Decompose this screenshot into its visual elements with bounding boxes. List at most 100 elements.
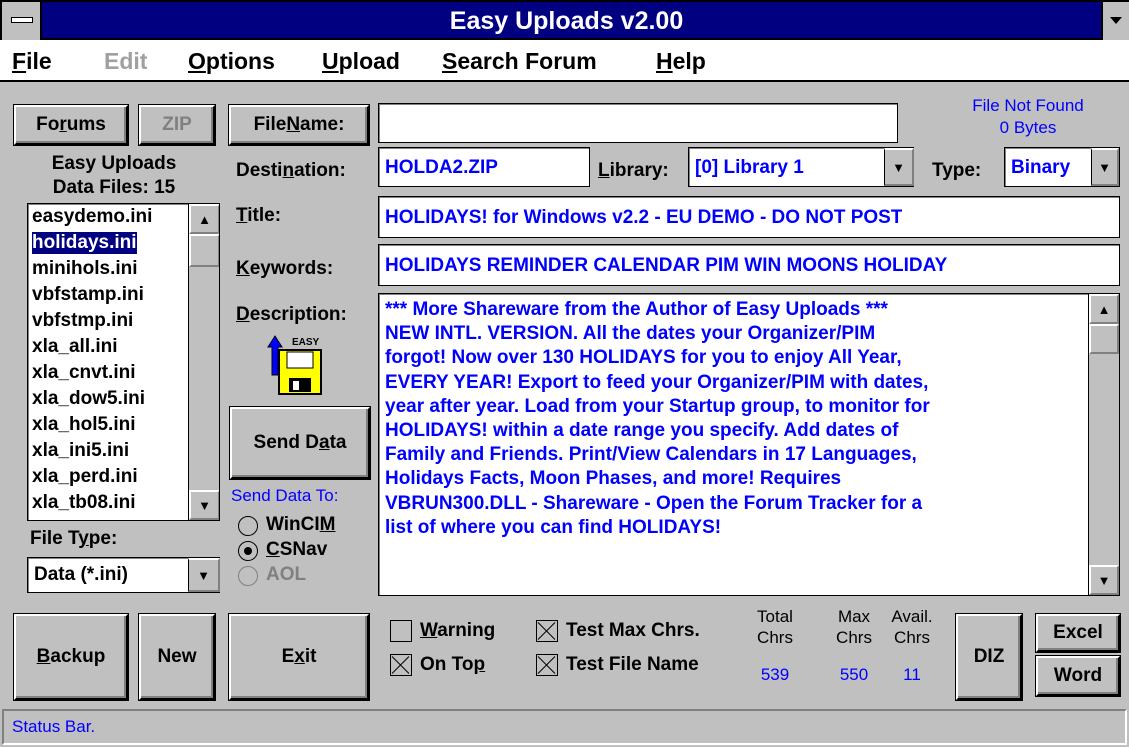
excel-button[interactable]: Excel bbox=[1036, 614, 1120, 652]
warning-checkbox[interactable] bbox=[390, 620, 412, 642]
send-data-to-label: Send Data To: bbox=[231, 486, 339, 505]
wincim-label[interactable]: WinCIM bbox=[266, 514, 335, 536]
list-item-selected[interactable]: holidays.ini bbox=[31, 231, 138, 255]
menu-edit[interactable]: Edit bbox=[104, 48, 147, 75]
menu-upload[interactable]: Upload bbox=[322, 48, 400, 75]
test-file-label[interactable]: Test File Name bbox=[566, 654, 699, 676]
description-text: *** More Shareware from the Author of Ea… bbox=[385, 298, 1089, 540]
title-label: Title: bbox=[236, 205, 282, 226]
description-line: Holidays Facts, Moon Phases, and more! R… bbox=[385, 468, 842, 490]
chevron-down-icon bbox=[1110, 17, 1122, 24]
list-item[interactable]: minihols.ini bbox=[32, 258, 138, 280]
total-chrs-value: 539 bbox=[760, 665, 790, 684]
csnav-radio[interactable] bbox=[238, 541, 258, 561]
easy-logo: EASY bbox=[262, 333, 324, 403]
description-line: year after year. Load from your Startup … bbox=[385, 395, 930, 417]
csnav-label[interactable]: CSNav bbox=[266, 539, 327, 561]
title-input[interactable]: HOLIDAYS! for Windows v2.2 - EU DEMO - D… bbox=[378, 196, 1120, 238]
scroll-down-icon[interactable]: ▼ bbox=[1089, 565, 1119, 595]
list-item[interactable]: xla_ini5.ini bbox=[32, 440, 129, 462]
on-top-checkbox[interactable] bbox=[390, 654, 412, 676]
wincim-radio[interactable] bbox=[238, 516, 258, 536]
list-item[interactable]: xla_tb08.ini bbox=[32, 492, 136, 514]
avail-chrs-value: 11 bbox=[903, 665, 921, 684]
description-label: Description: bbox=[236, 304, 347, 325]
list-item[interactable]: vbfstamp.ini bbox=[32, 284, 144, 306]
avail-chrs-label: Avail. Chrs bbox=[891, 607, 933, 647]
menu-file[interactable]: File bbox=[12, 48, 52, 75]
total-chrs-label: Total Chrs bbox=[757, 607, 793, 647]
test-max-checkbox[interactable] bbox=[536, 620, 558, 642]
description-line: list of where you can find HOLIDAYS! bbox=[385, 516, 722, 538]
description-line: Family and Friends. Print/View Calendars… bbox=[385, 444, 917, 466]
window-title: Easy Uploads v2.00 bbox=[449, 7, 684, 35]
dropdown-arrow-icon[interactable]: ▼ bbox=[1091, 148, 1119, 186]
file-name-input[interactable] bbox=[378, 103, 898, 143]
zip-button[interactable]: ZIP bbox=[139, 105, 215, 145]
destination-label: Destination: bbox=[236, 160, 346, 181]
status-bar: Status Bar. bbox=[2, 709, 1127, 745]
type-value: Binary bbox=[1011, 157, 1071, 178]
on-top-label[interactable]: On Top bbox=[420, 654, 485, 676]
word-button[interactable]: Word bbox=[1036, 656, 1120, 696]
menu-options[interactable]: Options bbox=[188, 48, 275, 75]
scroll-thumb[interactable] bbox=[189, 234, 219, 267]
aol-label[interactable]: AOL bbox=[266, 564, 306, 586]
dropdown-arrow-icon[interactable]: ▼ bbox=[188, 558, 220, 592]
menu-help[interactable]: Help bbox=[656, 48, 706, 75]
data-files-header: Easy Uploads Data Files: 15 bbox=[14, 152, 214, 200]
max-chrs-label: Max Chrs bbox=[836, 607, 872, 647]
description-line: VBRUN300.DLL - Shareware - Open the Foru… bbox=[385, 492, 923, 514]
backup-button[interactable]: Backup bbox=[14, 614, 128, 700]
library-select[interactable]: [0] Library 1 ▼ bbox=[688, 147, 914, 187]
file-status-text: File Not Found bbox=[972, 96, 1084, 115]
scroll-up-icon[interactable]: ▲ bbox=[189, 204, 219, 234]
description-scrollbar[interactable]: ▲ ▼ bbox=[1088, 294, 1119, 595]
warning-label[interactable]: Warning bbox=[420, 620, 495, 642]
dropdown-arrow-icon[interactable]: ▼ bbox=[884, 148, 914, 186]
file-list[interactable]: easydemo.ini holidays.ini minihols.ini v… bbox=[27, 203, 220, 521]
file-size-text: 0 Bytes bbox=[999, 118, 1057, 137]
file-type-label: File Type: bbox=[30, 528, 118, 549]
keywords-input[interactable]: HOLIDAYS REMINDER CALENDAR PIM WIN MOONS… bbox=[378, 244, 1120, 286]
system-menu-button[interactable] bbox=[2, 2, 42, 40]
minimize-button[interactable] bbox=[1101, 2, 1129, 40]
keywords-label: Keywords: bbox=[236, 258, 334, 279]
file-type-select[interactable]: Data (*.ini) ▼ bbox=[27, 557, 220, 593]
aol-radio[interactable] bbox=[238, 566, 258, 586]
test-max-label[interactable]: Test Max Chrs. bbox=[566, 620, 700, 642]
type-label: Type: bbox=[932, 160, 982, 181]
system-menu-icon bbox=[11, 17, 33, 23]
description-textarea[interactable]: *** More Shareware from the Author of Ea… bbox=[378, 293, 1120, 596]
new-button[interactable]: New bbox=[139, 614, 215, 700]
exit-button[interactable]: Ex it bbox=[229, 614, 369, 700]
list-item[interactable]: xla_all.ini bbox=[32, 336, 118, 358]
destination-input[interactable]: HOLDA2.ZIP bbox=[378, 147, 590, 187]
library-value: [0] Library 1 bbox=[695, 157, 804, 178]
file-type-value: Data (*.ini) bbox=[34, 564, 128, 585]
status-text: Status Bar. bbox=[12, 717, 96, 736]
test-file-checkbox[interactable] bbox=[536, 654, 558, 676]
scroll-thumb[interactable] bbox=[1089, 324, 1119, 354]
file-list-scrollbar[interactable]: ▲ ▼ bbox=[188, 204, 219, 520]
list-item[interactable]: xla_cnvt.ini bbox=[32, 362, 136, 384]
forums-button[interactable]: Fo r ums bbox=[14, 105, 128, 145]
data-files-count: Data Files: 15 bbox=[52, 177, 176, 198]
description-line: HOLIDAYS! within a date range you specif… bbox=[385, 420, 899, 442]
list-item[interactable]: xla_perd.ini bbox=[32, 466, 138, 488]
data-files-title: Easy Uploads bbox=[51, 153, 177, 174]
list-item[interactable]: xla_hol5.ini bbox=[32, 414, 135, 436]
file-name-button[interactable]: File Name: bbox=[229, 105, 369, 145]
description-line: *** More Shareware from the Author of Ea… bbox=[385, 299, 888, 320]
type-select[interactable]: Binary ▼ bbox=[1004, 147, 1120, 187]
file-status: File Not Found 0 Bytes bbox=[938, 95, 1118, 139]
keywords-value: HOLIDAYS REMINDER CALENDAR PIM WIN MOONS… bbox=[385, 255, 948, 276]
diz-button[interactable]: DIZ bbox=[956, 614, 1022, 700]
scroll-down-icon[interactable]: ▼ bbox=[189, 490, 219, 520]
scroll-up-icon[interactable]: ▲ bbox=[1089, 294, 1119, 324]
send-data-button[interactable]: Send Da ta bbox=[230, 407, 370, 479]
list-item[interactable]: easydemo.ini bbox=[32, 206, 152, 228]
list-item[interactable]: vbfstmp.ini bbox=[32, 310, 133, 332]
list-item[interactable]: xla_dow5.ini bbox=[32, 388, 145, 410]
menu-search-forum[interactable]: Search Forum bbox=[442, 48, 597, 75]
